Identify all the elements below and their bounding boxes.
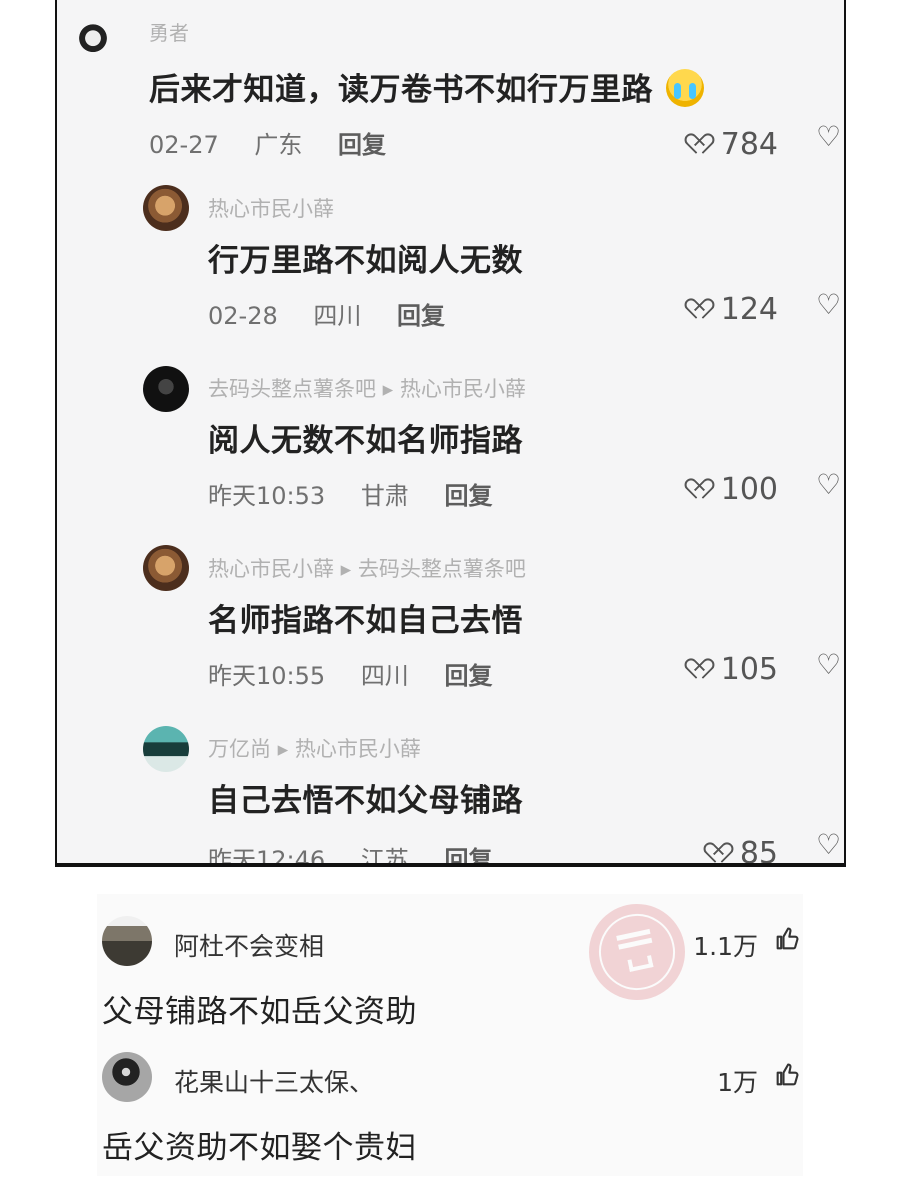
comment-location: 甘肃 (360, 482, 409, 510)
comment-screenshot: 勇者 后来才知道，读万卷书不如行万里路 02-27 广东 回复 784 ♡ 热心… (55, 0, 846, 867)
like-count: 784 (720, 127, 778, 162)
comment-location: 四川 (313, 302, 362, 330)
user-avatar[interactable] (102, 916, 152, 966)
dislike-icon[interactable]: ♡ (816, 291, 844, 319)
user-avatar[interactable] (102, 1052, 152, 1102)
like-count: 105 (720, 652, 778, 687)
like-button[interactable]: 85 (709, 836, 778, 867)
like-button[interactable]: 124 (690, 292, 778, 327)
thumb-up-icon[interactable] (773, 925, 801, 953)
like-button[interactable]: 105 (690, 652, 778, 687)
like-count: 1万 (717, 1068, 758, 1097)
like-count: 100 (720, 472, 778, 507)
thumb-up-icon[interactable] (773, 1061, 801, 1089)
comment-author[interactable]: 万亿尚 ▸ 热心市民小薛 (208, 733, 421, 763)
like-button[interactable]: 100 (690, 472, 778, 507)
dislike-icon[interactable]: ♡ (816, 651, 844, 679)
reply-button[interactable]: 回复 (444, 840, 492, 863)
comment-text: 后来才知道，读万卷书不如行万里路 (149, 64, 705, 109)
comment-meta: 昨天10:55 四川 回复 (208, 656, 520, 691)
comment-author[interactable]: 热心市民小薛 (208, 193, 334, 223)
dislike-icon[interactable]: ♡ (816, 123, 844, 151)
comment-text: 阅人无数不如名师指路 (208, 423, 523, 459)
comment-date: 昨天12:46 (208, 846, 326, 867)
user-avatar[interactable] (143, 545, 189, 591)
comment-text: 岳父资助不如娶个贵妇 (102, 1130, 417, 1166)
comment-date: 02-27 (149, 131, 219, 159)
user-avatar[interactable] (143, 726, 189, 772)
comment-location: 四川 (360, 662, 409, 690)
reply-button[interactable]: 回复 (444, 656, 492, 691)
comment-author[interactable]: 花果山十三太保、 (174, 1063, 374, 1099)
comment-text: 行万里路不如阅人无数 (208, 243, 523, 279)
heart-icon (690, 299, 715, 321)
like-count: 1.1万 (693, 932, 758, 961)
user-avatar[interactable] (143, 366, 189, 412)
comment-author[interactable]: 热心市民小薛 ▸ 去码头整点薯条吧 (208, 553, 526, 583)
heart-icon (690, 659, 715, 681)
comment-meta: 昨天12:46 江苏 回复 (208, 840, 520, 867)
comment-meta: 昨天10:53 甘肃 回复 (208, 476, 520, 511)
dislike-icon[interactable]: ♡ (816, 471, 844, 499)
comment-author[interactable]: 勇者 (149, 17, 189, 46)
comment-date: 02-28 (208, 302, 278, 330)
like-count: 124 (720, 292, 778, 327)
comment-text-content: 后来才知道，读万卷书不如行万里路 (149, 72, 653, 108)
comment-meta: 02-28 四川 回复 (208, 296, 473, 331)
heart-icon (690, 479, 715, 501)
watermark-icon (591, 906, 683, 998)
user-avatar[interactable] (143, 185, 189, 231)
comment-location: 江苏 (360, 846, 409, 867)
like-button[interactable]: 784 (690, 127, 778, 162)
reply-button[interactable]: 回复 (338, 125, 386, 160)
user-avatar[interactable] (67, 20, 119, 72)
heart-icon (709, 843, 734, 864)
dislike-icon[interactable]: ♡ (816, 831, 844, 859)
heart-icon (690, 134, 715, 156)
comment-location: 广东 (254, 131, 303, 159)
comment-date: 昨天10:55 (208, 662, 326, 690)
reply-button[interactable]: 回复 (444, 476, 492, 511)
comment-text: 名师指路不如自己去悟 (208, 603, 523, 639)
comment-author[interactable]: 阿杜不会变相 (174, 927, 324, 963)
comment-meta: 02-27 广东 回复 (149, 125, 414, 160)
comment-date: 昨天10:53 (208, 482, 326, 510)
reply-button[interactable]: 回复 (397, 296, 445, 331)
comment-text: 父母铺路不如岳父资助 (102, 994, 417, 1030)
comment-author[interactable]: 去码头整点薯条吧 ▸ 热心市民小薛 (208, 373, 526, 403)
like-count: 85 (739, 836, 778, 867)
comment-text: 自己去悟不如父母铺路 (208, 783, 523, 819)
crying-face-icon (666, 69, 705, 107)
seal-watermark (580, 895, 694, 1009)
bottom-comments-panel: 阿杜不会变相 父母铺路不如岳父资助 1.1万 花果山十三太保、 岳父资助不如娶个… (97, 894, 803, 1176)
